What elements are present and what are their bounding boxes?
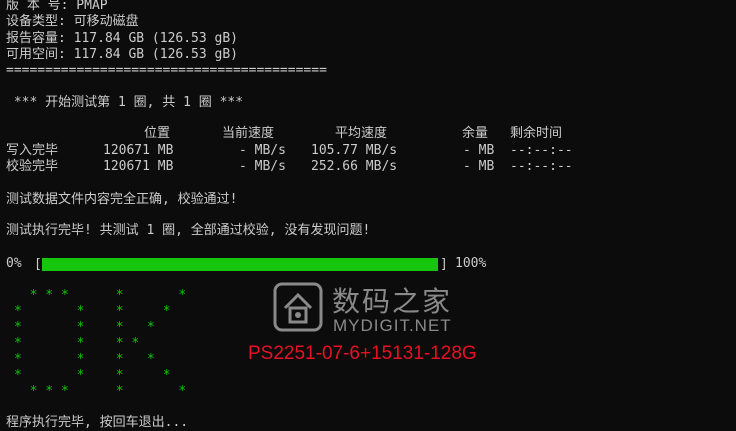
row-time-left: --:--:--	[510, 159, 573, 174]
row-current-speed: - MB/s	[239, 143, 286, 158]
progress-end-label: 100%	[455, 256, 487, 271]
round-header: *** 开始测试第 1 圈, 共 1 圈 ***	[6, 95, 244, 110]
test-done-message: 测试执行完毕! 共测试 1 圈, 全部通过校验, 没有发现问题!	[6, 223, 371, 238]
row-remaining: - MB	[463, 159, 495, 174]
progress-bar: [ ]	[34, 257, 448, 272]
row-label: 校验完毕	[6, 159, 59, 174]
progress-start-label: 0%	[6, 256, 22, 271]
row-current-speed: - MB/s	[239, 159, 286, 174]
progress-track	[42, 258, 438, 271]
row-average-speed: 105.77 MB/s	[311, 143, 398, 158]
row-label: 写入完毕	[6, 143, 59, 158]
row-position: 120671 MB	[103, 143, 174, 158]
watermark-site: MYDIGIT.NET	[333, 316, 452, 335]
row-position: 120671 MB	[103, 159, 174, 174]
col-time-left-header: 剩余时间	[510, 126, 563, 141]
progress-right-bracket: ]	[440, 257, 448, 272]
separator-line: ========================================…	[6, 63, 327, 78]
col-remaining-header: 余量	[462, 126, 489, 141]
ok-art-row: * * * *	[14, 368, 187, 383]
ok-art-row: * * * *	[14, 352, 187, 367]
progress-left-bracket: [	[34, 257, 42, 272]
col-current-speed-header: 当前速度	[222, 126, 275, 141]
row-remaining: - MB	[463, 143, 495, 158]
ok-art-row: * * * * *	[14, 384, 187, 399]
ok-art-row: * * * *	[14, 336, 187, 351]
watermark-name: 数码之家	[332, 285, 453, 318]
ok-art-row: * * * * *	[14, 288, 187, 303]
row-average-speed: 252.66 MB/s	[311, 159, 398, 174]
device-type-line: 设备类型: 可移动磁盘	[6, 14, 139, 29]
row-time-left: --:--:--	[510, 143, 573, 158]
verify-ok-message: 测试数据文件内容完全正确, 校验通过!	[6, 192, 238, 207]
ok-art-row: * * * *	[14, 304, 187, 319]
col-average-speed-header: 平均速度	[335, 126, 388, 141]
part-number-label: PS2251-07-6+15131-128G	[248, 343, 477, 364]
available-space-line: 可用空间: 117.84 GB (126.53 gB)	[6, 47, 239, 62]
progress-fill	[42, 258, 438, 271]
ok-art-row: * * * *	[14, 320, 187, 335]
reported-capacity-line: 报告容量: 117.84 GB (126.53 gB)	[6, 31, 239, 46]
mydigit-logo-icon	[273, 282, 323, 332]
version-line: 版 本 号: PMAP	[6, 0, 108, 13]
col-position-header: 位置	[144, 126, 171, 141]
